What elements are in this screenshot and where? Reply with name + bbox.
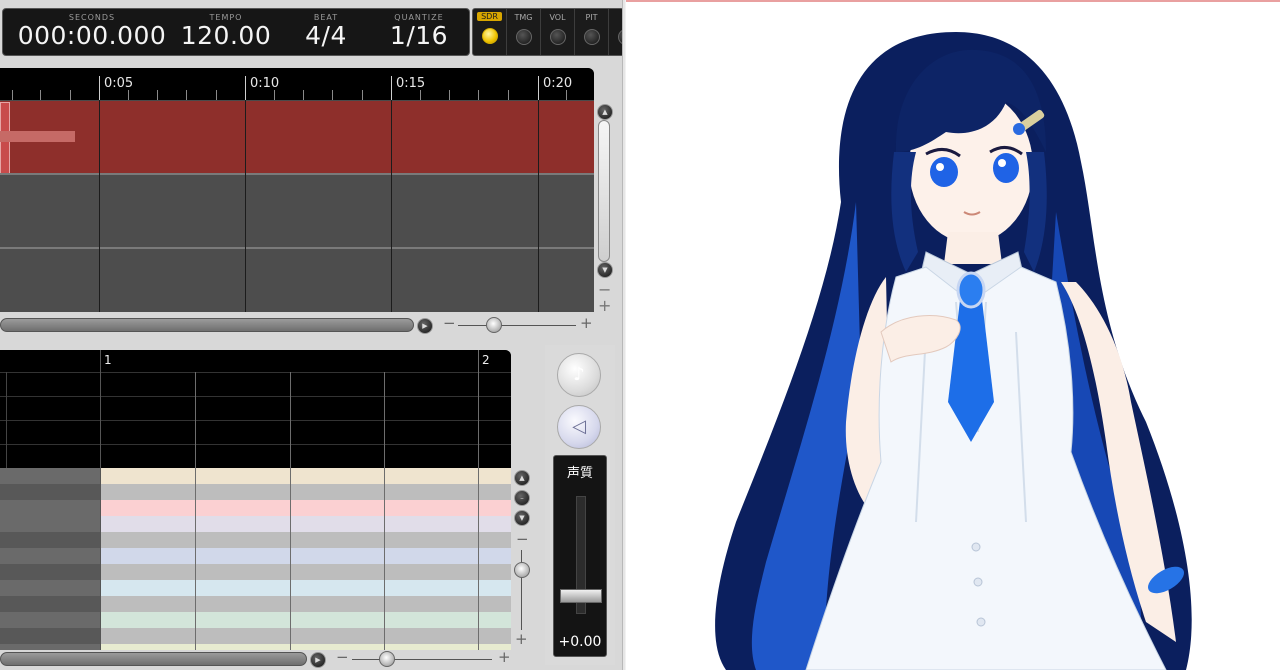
measure-label: 1: [104, 353, 112, 367]
zoom-in-icon[interactable]: +: [580, 314, 593, 332]
toggle-vol[interactable]: VOL: [541, 9, 575, 55]
piano-horizontal-scrollbar[interactable]: [0, 652, 307, 666]
toggle-pit-label: PIT: [585, 13, 598, 22]
led-off-icon[interactable]: [549, 29, 566, 45]
scroll-center-icon[interactable]: –: [514, 490, 530, 506]
toggle-sdr-label: SDR: [477, 12, 502, 21]
voice-quality-fader[interactable]: 声質 +0.00: [553, 455, 607, 657]
side-control-panel: ♪ ◁ 声質 +0.00: [545, 345, 615, 665]
mode-toggle-bar: SDR TMG VOL PIT V: [472, 8, 622, 56]
time-ruler[interactable]: 0:05 0:10 0:15 0:20: [0, 68, 594, 100]
transport-display: SECONDS 000:00.000 TEMPO 120.00 BEAT 4/4…: [2, 8, 470, 56]
quantize-readout[interactable]: QUANTIZE 1/16: [377, 13, 461, 50]
toggle-vol-label: VOL: [549, 13, 566, 22]
tempo-readout[interactable]: TEMPO 120.00: [177, 13, 275, 50]
toggle-v-label: V: [609, 13, 622, 22]
zoom-slider[interactable]: [352, 659, 492, 660]
speaker-icon[interactable]: ◁: [557, 405, 601, 449]
ruler-label: 0:15: [396, 76, 426, 91]
scroll-up-icon[interactable]: ▲: [514, 470, 530, 486]
scroll-thumb[interactable]: [598, 120, 610, 262]
scroll-down-icon[interactable]: ▼: [514, 510, 530, 526]
zoom-slider-thumb[interactable]: [379, 651, 395, 667]
toggle-tmg[interactable]: TMG: [507, 9, 541, 55]
track-zoom-in-icon[interactable]: +: [598, 296, 611, 315]
seconds-value: 000:00.000: [17, 21, 167, 50]
fader-knob[interactable]: [560, 589, 602, 603]
fader-label: 声質: [566, 466, 593, 481]
scroll-up-icon[interactable]: ▲: [597, 104, 613, 120]
character-illustration: [715, 32, 1192, 670]
led-off-icon[interactable]: [583, 29, 600, 45]
zoom-out-icon[interactable]: −: [336, 648, 349, 666]
seconds-readout: SECONDS 000:00.000: [17, 13, 167, 50]
piano-roll[interactable]: 1 2: [0, 350, 511, 650]
toggle-pit[interactable]: PIT: [575, 9, 609, 55]
tempo-value[interactable]: 120.00: [177, 22, 275, 50]
editor-window: SECONDS 000:00.000 TEMPO 120.00 BEAT 4/4…: [0, 0, 622, 670]
zoom-slider-thumb[interactable]: [486, 317, 502, 333]
toggle-v[interactable]: V: [609, 9, 622, 55]
piano-vertical-scrollbar[interactable]: ▲ – ▼ − +: [513, 470, 531, 650]
timeline-horizontal-scrollbar[interactable]: [0, 318, 414, 332]
empty-track[interactable]: [0, 175, 594, 247]
measure-label: 2: [482, 353, 490, 367]
track-timeline[interactable]: 0:05 0:10 0:15 0:20: [0, 68, 594, 312]
ruler-label: 0:20: [543, 76, 573, 91]
toggle-tmg-label: TMG: [514, 13, 533, 22]
ruler-label: 0:10: [250, 76, 280, 91]
scroll-down-icon[interactable]: ▼: [597, 262, 613, 278]
measure-ruler[interactable]: 1 2: [0, 350, 511, 372]
fader-track[interactable]: [560, 496, 602, 614]
zoom-slider[interactable]: [458, 325, 576, 326]
toggle-sdr[interactable]: SDR: [473, 9, 507, 55]
music-note-icon[interactable]: ♪: [557, 353, 601, 397]
vertical-zoom-thumb[interactable]: [514, 562, 530, 578]
vertical-zoom-in-icon[interactable]: +: [515, 630, 528, 648]
quantize-value[interactable]: 1/16: [377, 22, 461, 50]
ruler-label: 0:05: [104, 76, 134, 91]
clip-region[interactable]: [0, 131, 75, 142]
beat-value[interactable]: 4/4: [291, 22, 361, 50]
scroll-right-icon[interactable]: ▶: [417, 318, 433, 334]
fader-value: +0.00: [558, 634, 602, 650]
zoom-in-icon[interactable]: +: [498, 648, 511, 666]
led-on-icon[interactable]: [481, 28, 498, 44]
empty-track[interactable]: [0, 249, 594, 312]
voice-track[interactable]: [0, 101, 594, 173]
zoom-out-icon[interactable]: −: [443, 314, 456, 332]
vertical-zoom-out-icon[interactable]: −: [516, 530, 529, 548]
led-off-icon[interactable]: [515, 29, 532, 45]
beat-readout[interactable]: BEAT 4/4: [291, 13, 361, 50]
scroll-right-icon[interactable]: ▶: [310, 652, 326, 668]
